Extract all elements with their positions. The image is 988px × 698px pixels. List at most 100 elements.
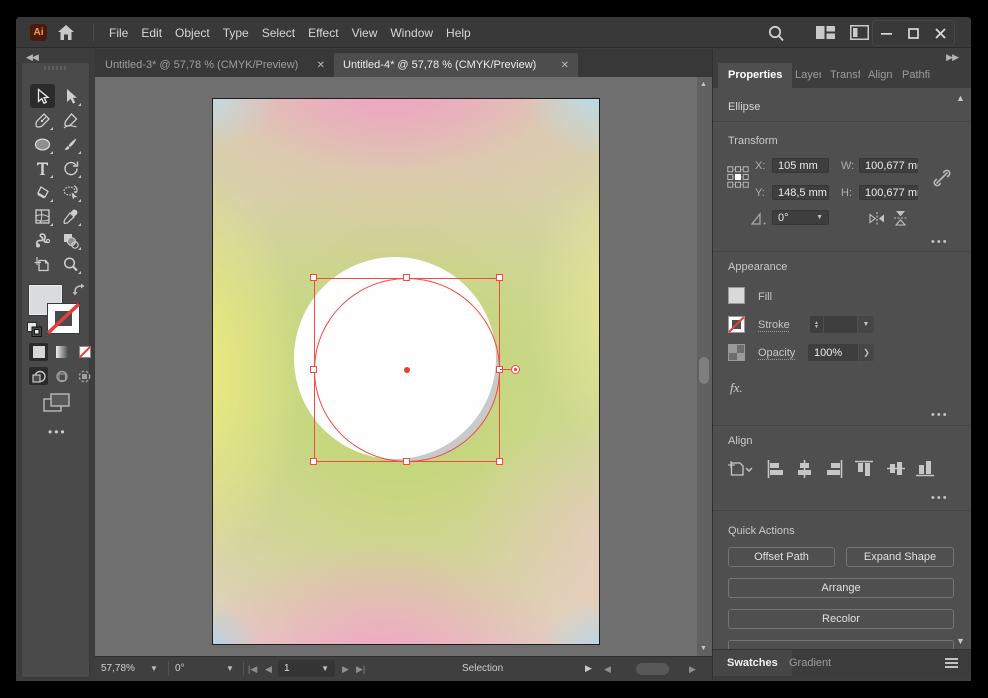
paint-color-button[interactable] xyxy=(29,343,48,361)
flip-vertical-icon[interactable] xyxy=(893,210,908,229)
handle-bottom-right[interactable] xyxy=(496,458,503,465)
canvas[interactable]: ▲ ▼ xyxy=(95,77,712,656)
selection-center-point[interactable] xyxy=(403,366,410,373)
menu-window[interactable]: Window xyxy=(390,26,433,40)
menu-view[interactable]: View xyxy=(352,26,378,40)
flip-horizontal-icon[interactable] xyxy=(869,211,885,229)
vertical-scrollbar-thumb[interactable] xyxy=(699,357,709,384)
shaper-tool[interactable] xyxy=(58,180,83,204)
document-tab-inactive[interactable]: Untitled-3* @ 57,78 % (CMYK/Preview) ✕ xyxy=(96,53,334,77)
next-artboard-icon[interactable]: ▶ xyxy=(342,664,349,675)
rotate-widget-handle[interactable] xyxy=(510,364,520,374)
draw-inside-button[interactable] xyxy=(75,367,94,385)
y-field[interactable]: 148,5 mm xyxy=(772,185,829,200)
zoom-dropdown-icon[interactable]: ▼ xyxy=(150,664,158,673)
default-fill-stroke-icon[interactable] xyxy=(27,322,42,342)
opacity-label[interactable]: Opacity xyxy=(758,347,795,359)
handle-top-center[interactable] xyxy=(403,274,410,281)
artboard-dropdown-icon[interactable]: ▼ xyxy=(321,664,329,673)
tab-transform[interactable]: Transform xyxy=(830,63,860,88)
menu-help[interactable]: Help xyxy=(446,26,471,40)
recolor-button[interactable]: Recolor xyxy=(728,609,954,629)
align-more-options[interactable]: ••• xyxy=(931,492,949,504)
appearance-more-options[interactable]: ••• xyxy=(931,409,949,421)
arrange-documents-icon[interactable] xyxy=(850,25,869,43)
previous-artboard-icon[interactable]: ◀ xyxy=(265,664,272,675)
maximize-button[interactable] xyxy=(900,21,927,45)
stroke-weight-dropdown-icon[interactable]: ▼ xyxy=(858,316,874,333)
align-horizontal-center-icon[interactable] xyxy=(796,460,813,481)
direct-selection-tool[interactable] xyxy=(58,84,83,108)
align-vertical-center-icon[interactable] xyxy=(887,460,905,480)
opacity-field[interactable]: 100% xyxy=(808,344,858,361)
tab-close-icon[interactable]: ✕ xyxy=(317,60,325,71)
fill-label[interactable]: Fill xyxy=(758,291,772,303)
rotation-angle-field[interactable]: 0° ▼ xyxy=(772,210,829,225)
pen-tool[interactable] xyxy=(30,108,55,132)
paint-gradient-button[interactable] xyxy=(52,343,71,361)
draw-normal-button[interactable] xyxy=(29,367,48,385)
h-field[interactable]: 100,677 mm xyxy=(859,185,918,200)
align-left-icon[interactable] xyxy=(767,460,784,481)
handle-bottom-left[interactable] xyxy=(310,458,317,465)
paintbrush-tool[interactable] xyxy=(58,132,83,156)
swap-fill-stroke-icon[interactable] xyxy=(72,283,86,301)
handle-middle-left[interactable] xyxy=(310,366,317,373)
expand-shape-button[interactable]: Expand Shape xyxy=(846,547,954,567)
zoom-level[interactable]: 57,78% xyxy=(101,663,135,674)
menu-file[interactable]: File xyxy=(109,26,128,40)
rotate-tool[interactable] xyxy=(58,156,83,180)
fill-swatch[interactable] xyxy=(728,287,745,304)
align-to-selector-icon[interactable] xyxy=(727,460,753,481)
last-artboard-icon[interactable]: ▶| xyxy=(356,664,365,675)
w-field[interactable]: 100,677 mm xyxy=(859,158,918,173)
eraser-tool[interactable] xyxy=(30,180,55,204)
ellipse-tool[interactable] xyxy=(30,132,55,156)
panel-scroll-up-icon[interactable]: ▲ xyxy=(956,93,965,103)
collapse-panels-icon[interactable]: ▶▶ xyxy=(946,52,959,63)
minimize-button[interactable] xyxy=(873,21,900,45)
reference-point-locator[interactable] xyxy=(727,166,749,191)
tab-layers[interactable]: Layers xyxy=(795,63,821,88)
panel-scroll-down-icon[interactable]: ▼ xyxy=(956,636,965,646)
effects-button[interactable]: fx. xyxy=(730,380,743,396)
type-tool[interactable] xyxy=(30,156,55,180)
paint-none-button[interactable] xyxy=(75,343,94,361)
angle-dropdown-icon[interactable]: ▼ xyxy=(816,214,823,221)
artboard-tool[interactable] xyxy=(30,252,55,276)
hscroll-left-icon[interactable]: ◀ xyxy=(604,664,611,675)
rotation-value[interactable]: 0° xyxy=(175,663,185,674)
handle-top-right[interactable] xyxy=(496,274,503,281)
horizontal-scrollbar-thumb[interactable] xyxy=(636,663,669,675)
rotation-dropdown-icon[interactable]: ▼ xyxy=(226,664,234,673)
x-field[interactable]: 105 mm xyxy=(772,158,829,173)
stroke-color-swatch[interactable] xyxy=(46,302,81,335)
scroll-down-icon[interactable]: ▼ xyxy=(700,645,707,652)
handle-bottom-center[interactable] xyxy=(403,458,410,465)
opacity-icon[interactable] xyxy=(728,344,745,361)
workspace-switcher-icon[interactable] xyxy=(816,26,835,44)
scroll-up-icon[interactable]: ▲ xyxy=(700,81,707,88)
curvature-tool[interactable] xyxy=(58,108,83,132)
menu-object[interactable]: Object xyxy=(175,26,210,40)
status-expand-icon[interactable]: ▶ xyxy=(585,663,592,674)
artboard-number-field[interactable]: 1 ▼ xyxy=(278,660,335,677)
vertical-scrollbar[interactable]: ▲ ▼ xyxy=(697,77,712,656)
draw-behind-button[interactable] xyxy=(52,367,71,385)
handle-top-left[interactable] xyxy=(310,274,317,281)
stroke-weight-field[interactable] xyxy=(824,316,857,333)
change-screen-mode-icon[interactable] xyxy=(43,393,70,417)
tab-gradient[interactable]: Gradient xyxy=(789,650,831,676)
align-top-icon[interactable] xyxy=(855,460,873,480)
edit-toolbar-icon[interactable]: ••• xyxy=(48,425,67,439)
opacity-options-icon[interactable]: ❯ xyxy=(859,344,874,361)
menu-effect[interactable]: Effect xyxy=(308,26,338,40)
tab-pathfinder[interactable]: Pathfinder xyxy=(902,63,930,88)
align-bottom-icon[interactable] xyxy=(916,460,934,480)
stroke-swatch[interactable] xyxy=(728,316,745,333)
tools-panel-grip[interactable] xyxy=(44,66,70,70)
tab-swatches[interactable]: Swatches xyxy=(713,650,792,676)
stroke-label[interactable]: Stroke xyxy=(758,319,790,331)
menu-select[interactable]: Select xyxy=(262,26,295,40)
menu-type[interactable]: Type xyxy=(223,26,249,40)
